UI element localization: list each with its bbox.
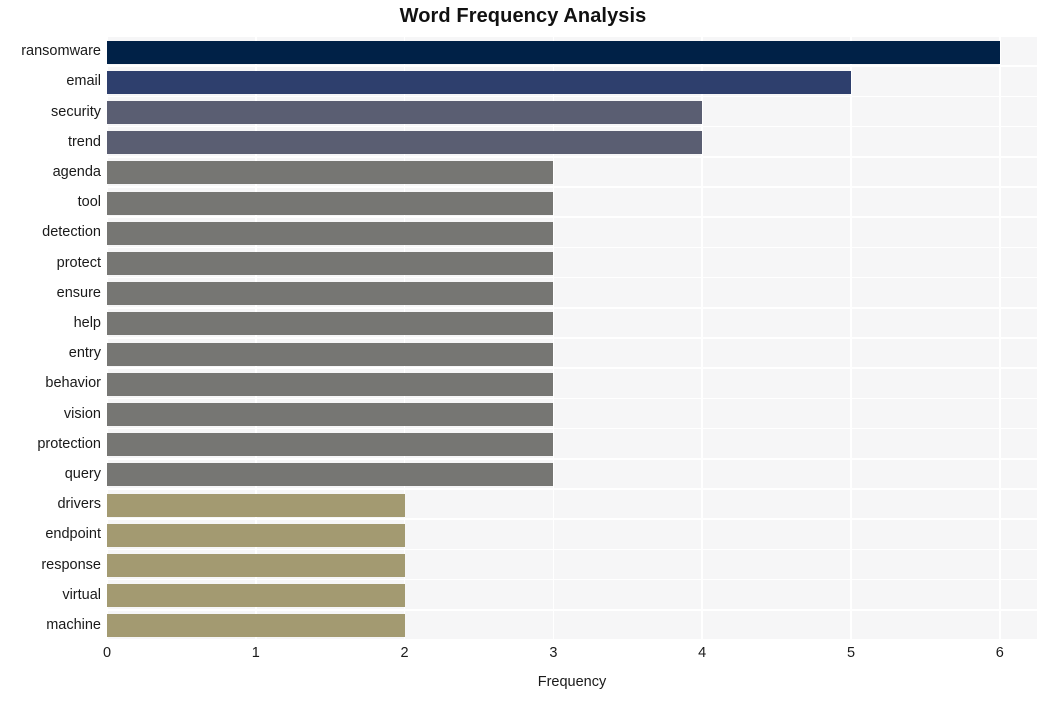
x-axis-tick-6: 6 bbox=[995, 645, 1004, 661]
bar bbox=[107, 403, 554, 426]
bar bbox=[107, 252, 554, 275]
y-axis-label-endpoint: endpoint bbox=[45, 526, 101, 543]
y-axis-label-machine: machine bbox=[46, 616, 101, 633]
horizontal-gridline bbox=[107, 337, 1037, 339]
y-axis-label-email: email bbox=[66, 73, 101, 90]
y-axis-label-vision: vision bbox=[63, 405, 101, 422]
horizontal-gridline bbox=[107, 488, 1037, 490]
horizontal-gridline bbox=[107, 95, 1037, 98]
bar bbox=[107, 614, 405, 638]
x-axis-tick-4: 4 bbox=[698, 645, 707, 661]
x-axis-tick-5: 5 bbox=[846, 645, 856, 661]
horizontal-gridline bbox=[107, 548, 1037, 551]
horizontal-gridline bbox=[107, 578, 1037, 581]
x-axis-tick-1: 1 bbox=[251, 645, 260, 661]
y-axis-label-query: query bbox=[64, 465, 101, 482]
horizontal-gridline bbox=[107, 276, 1037, 279]
y-axis-label-protection: protection bbox=[37, 435, 101, 452]
word-frequency-bar-chart: Word Frequency Analysis ransomware email s… bbox=[0, 0, 1046, 701]
horizontal-gridline bbox=[107, 186, 1037, 188]
horizontal-gridline bbox=[107, 639, 1037, 640]
y-axis-label-agenda: agenda bbox=[52, 163, 101, 180]
bar bbox=[107, 282, 554, 306]
y-axis-tick-labels: ransomware email security trend agenda tool de… bbox=[0, 36, 101, 640]
bar bbox=[107, 191, 554, 215]
horizontal-gridline bbox=[107, 246, 1037, 249]
horizontal-gridline bbox=[107, 156, 1037, 158]
horizontal-gridline bbox=[107, 397, 1037, 400]
bar bbox=[107, 554, 405, 577]
bar bbox=[107, 372, 554, 396]
horizontal-gridline bbox=[107, 518, 1037, 520]
x-axis-tick-3: 3 bbox=[549, 645, 558, 661]
x-axis-tick-labels: 0 1 2 3 4 5 6 bbox=[103, 645, 1037, 667]
bar bbox=[107, 463, 554, 487]
y-axis-label-ransomware: ransomware bbox=[21, 43, 101, 60]
bar bbox=[107, 433, 554, 457]
y-axis-label-virtual: virtual bbox=[62, 586, 101, 603]
plot-area bbox=[107, 36, 1037, 640]
horizontal-gridline bbox=[107, 427, 1037, 430]
horizontal-gridline bbox=[107, 307, 1037, 309]
x-axis-tick-2: 2 bbox=[400, 645, 409, 661]
horizontal-gridline bbox=[107, 125, 1037, 128]
bar bbox=[107, 312, 554, 336]
chart-title: Word Frequency Analysis bbox=[399, 5, 647, 27]
y-axis-label-security: security bbox=[51, 103, 101, 120]
bar bbox=[107, 584, 405, 608]
y-axis-label-response: response bbox=[41, 556, 101, 573]
y-axis-label-ensure: ensure bbox=[56, 284, 101, 301]
y-axis-label-protect: protect bbox=[56, 254, 101, 271]
y-axis-label-detection: detection bbox=[42, 224, 101, 241]
horizontal-gridline bbox=[107, 367, 1037, 369]
bar bbox=[107, 221, 554, 245]
y-axis-label-entry: entry bbox=[68, 345, 101, 362]
bar bbox=[107, 70, 851, 94]
x-axis-tick-0: 0 bbox=[102, 645, 112, 661]
bar bbox=[107, 523, 405, 547]
y-axis-label-trend: trend bbox=[67, 133, 101, 150]
bar bbox=[107, 493, 405, 517]
y-axis-label-help: help bbox=[73, 314, 101, 331]
horizontal-gridline bbox=[107, 458, 1037, 460]
bar bbox=[107, 131, 703, 155]
x-axis-title: Frequency bbox=[537, 674, 607, 690]
horizontal-gridline bbox=[107, 65, 1037, 67]
y-axis-label-drivers: drivers bbox=[57, 496, 101, 513]
bar bbox=[107, 342, 554, 366]
bar bbox=[107, 101, 703, 124]
y-axis-label-tool: tool bbox=[77, 194, 101, 211]
bar bbox=[107, 40, 1000, 64]
bar bbox=[107, 161, 554, 185]
y-axis-label-behavior: behavior bbox=[45, 375, 101, 392]
horizontal-gridline bbox=[107, 36, 1037, 37]
horizontal-gridline bbox=[107, 609, 1037, 611]
horizontal-gridline bbox=[107, 216, 1037, 218]
